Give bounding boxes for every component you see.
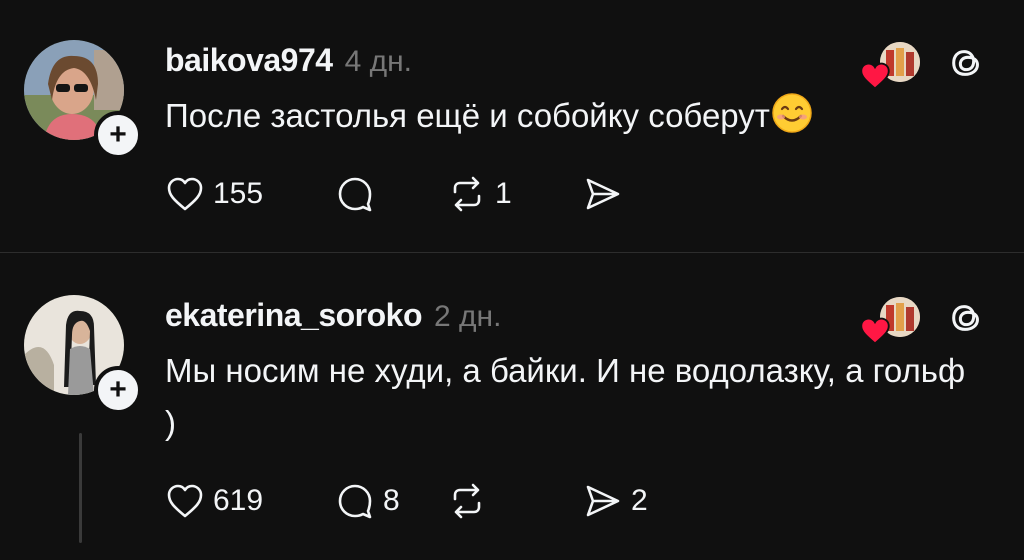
post-text: После застолья ещё и собойку соберут (165, 90, 985, 142)
reply-button[interactable]: 8 (335, 479, 447, 523)
plus-icon: + (109, 118, 127, 151)
reply-count: 8 (383, 484, 400, 517)
post-text-content: После застолья ещё и собойку соберут (165, 97, 770, 134)
repost-button[interactable] (447, 479, 583, 523)
send-icon (586, 485, 620, 517)
thread-post: + baikova974 4 дн. После застолья ещё и … (0, 0, 1024, 252)
like-count: 155 (213, 177, 264, 210)
send-icon (586, 178, 620, 210)
post-header-icons (860, 40, 990, 90)
post-time: 4 дн. (344, 45, 412, 78)
follow-button[interactable]: + (94, 366, 142, 414)
heart-icon (167, 484, 203, 518)
threads-icon[interactable] (948, 299, 986, 337)
like-button[interactable]: 155 (165, 172, 335, 216)
repost-count: 1 (495, 177, 512, 210)
share-button[interactable] (583, 172, 631, 216)
post-header: ekaterina_soroko 2 дн. (165, 297, 501, 334)
comment-bubble-icon (338, 484, 372, 519)
share-button[interactable]: 2 (583, 479, 648, 523)
repost-button[interactable]: 1 (447, 172, 583, 216)
username[interactable]: baikova974 (165, 42, 333, 79)
smiling-face-emoji (772, 93, 812, 133)
repost-icon (453, 483, 481, 519)
like-count: 619 (213, 484, 264, 517)
thread-post: + ekaterina_soroko 2 дн. Мы носим не худ… (0, 253, 1024, 560)
post-actions: 619 8 2 (165, 479, 648, 523)
like-button[interactable]: 619 (165, 479, 335, 523)
comment-bubble-icon (338, 177, 372, 212)
username[interactable]: ekaterina_soroko (165, 297, 423, 334)
share-count: 2 (631, 484, 648, 517)
heart-icon (167, 177, 203, 211)
threads-icon[interactable] (948, 44, 986, 82)
plus-icon: + (109, 373, 127, 406)
liked-heart-icon (860, 317, 890, 345)
reply-button[interactable] (335, 172, 447, 216)
thread-connector-line (79, 433, 82, 543)
post-actions: 155 1 (165, 172, 631, 216)
post-text: Мы носим не худи, а байки. И не водолазк… (165, 352, 966, 441)
post-header-icons (860, 295, 990, 345)
follow-button[interactable]: + (94, 111, 142, 159)
repost-icon (453, 176, 481, 212)
post-time: 2 дн. (434, 300, 502, 333)
liked-heart-icon (860, 62, 890, 90)
post-header: baikova974 4 дн. (165, 42, 412, 79)
